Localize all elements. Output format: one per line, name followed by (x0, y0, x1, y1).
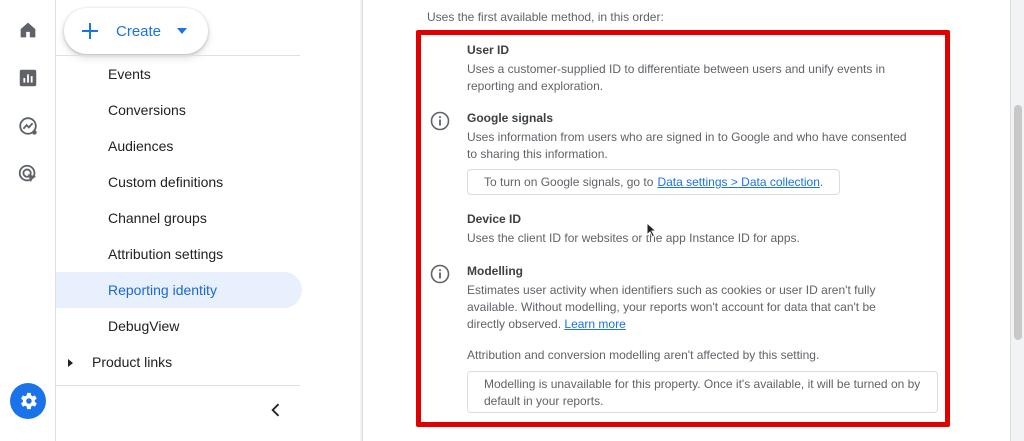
google-signals-title: Google signals (467, 111, 554, 125)
create-label: Create (116, 22, 162, 40)
learn-more-link[interactable]: Learn more (564, 317, 625, 331)
expand-arrow-icon (68, 359, 73, 367)
reporting-identity-card: Uses the first available method, in this… (362, 0, 1011, 441)
device-id-title: Device ID (467, 212, 522, 226)
chevron-left-icon[interactable] (264, 398, 288, 422)
mouse-cursor-icon (646, 221, 658, 238)
advertising-icon[interactable] (16, 162, 40, 186)
nav-item-debugview[interactable]: DebugView (56, 308, 302, 344)
user-id-desc: Uses a customer-supplied ID to different… (467, 62, 886, 93)
attribution-note: Attribution and conversion modelling are… (467, 348, 820, 362)
nav-item-attribution-settings[interactable]: Attribution settings (56, 236, 302, 272)
modelling-title: Modelling (467, 264, 523, 278)
data-collection-link[interactable]: Data settings > Data collection (657, 175, 819, 189)
modelling-desc: Estimates user activity when identifiers… (467, 282, 917, 333)
explore-icon[interactable] (16, 114, 40, 138)
nav-item-audiences[interactable]: Audiences (56, 128, 302, 164)
nav-item-reporting-identity[interactable]: Reporting identity (56, 272, 302, 308)
nav-item-events[interactable]: Events (56, 56, 302, 92)
nav-item-product-links[interactable]: Product links (56, 344, 302, 380)
reports-icon[interactable] (16, 66, 40, 90)
modelling-desc-text: Estimates user activity when identifiers… (467, 283, 876, 331)
home-icon[interactable] (16, 18, 40, 42)
plus-icon (80, 21, 100, 41)
gear-icon[interactable] (10, 383, 46, 419)
notice-suffix: . (819, 175, 824, 189)
info-icon[interactable] (430, 264, 450, 284)
scrollbar-thumb[interactable] (1014, 105, 1022, 340)
nav-item-conversions[interactable]: Conversions (56, 92, 302, 128)
left-icon-rail (0, 0, 56, 441)
device-id-desc: Uses the client ID for websites or the a… (467, 231, 800, 245)
notice-text: To turn on Google signals, go to (484, 175, 654, 189)
google-signals-notice: To turn on Google signals, go to Data se… (467, 169, 841, 195)
nav-item-custom-definitions[interactable]: Custom definitions (56, 164, 302, 200)
nav-divider (56, 385, 300, 386)
admin-nav: Create Events Conversions Audiences Cust… (56, 0, 360, 441)
main-content: Uses the first available method, in this… (360, 0, 1024, 441)
google-signals-desc: Uses information from users who are sign… (467, 130, 907, 161)
info-icon[interactable] (430, 111, 450, 131)
product-links-label: Product links (92, 354, 173, 370)
user-id-title: User ID (467, 43, 510, 57)
methods-intro: Uses the first available method, in this… (427, 10, 664, 24)
nav-item-channel-groups[interactable]: Channel groups (56, 200, 302, 236)
create-button[interactable]: Create (64, 8, 208, 54)
chevron-down-icon[interactable] (177, 28, 188, 34)
modelling-unavailable-notice: Modelling is unavailable for this proper… (467, 371, 938, 413)
